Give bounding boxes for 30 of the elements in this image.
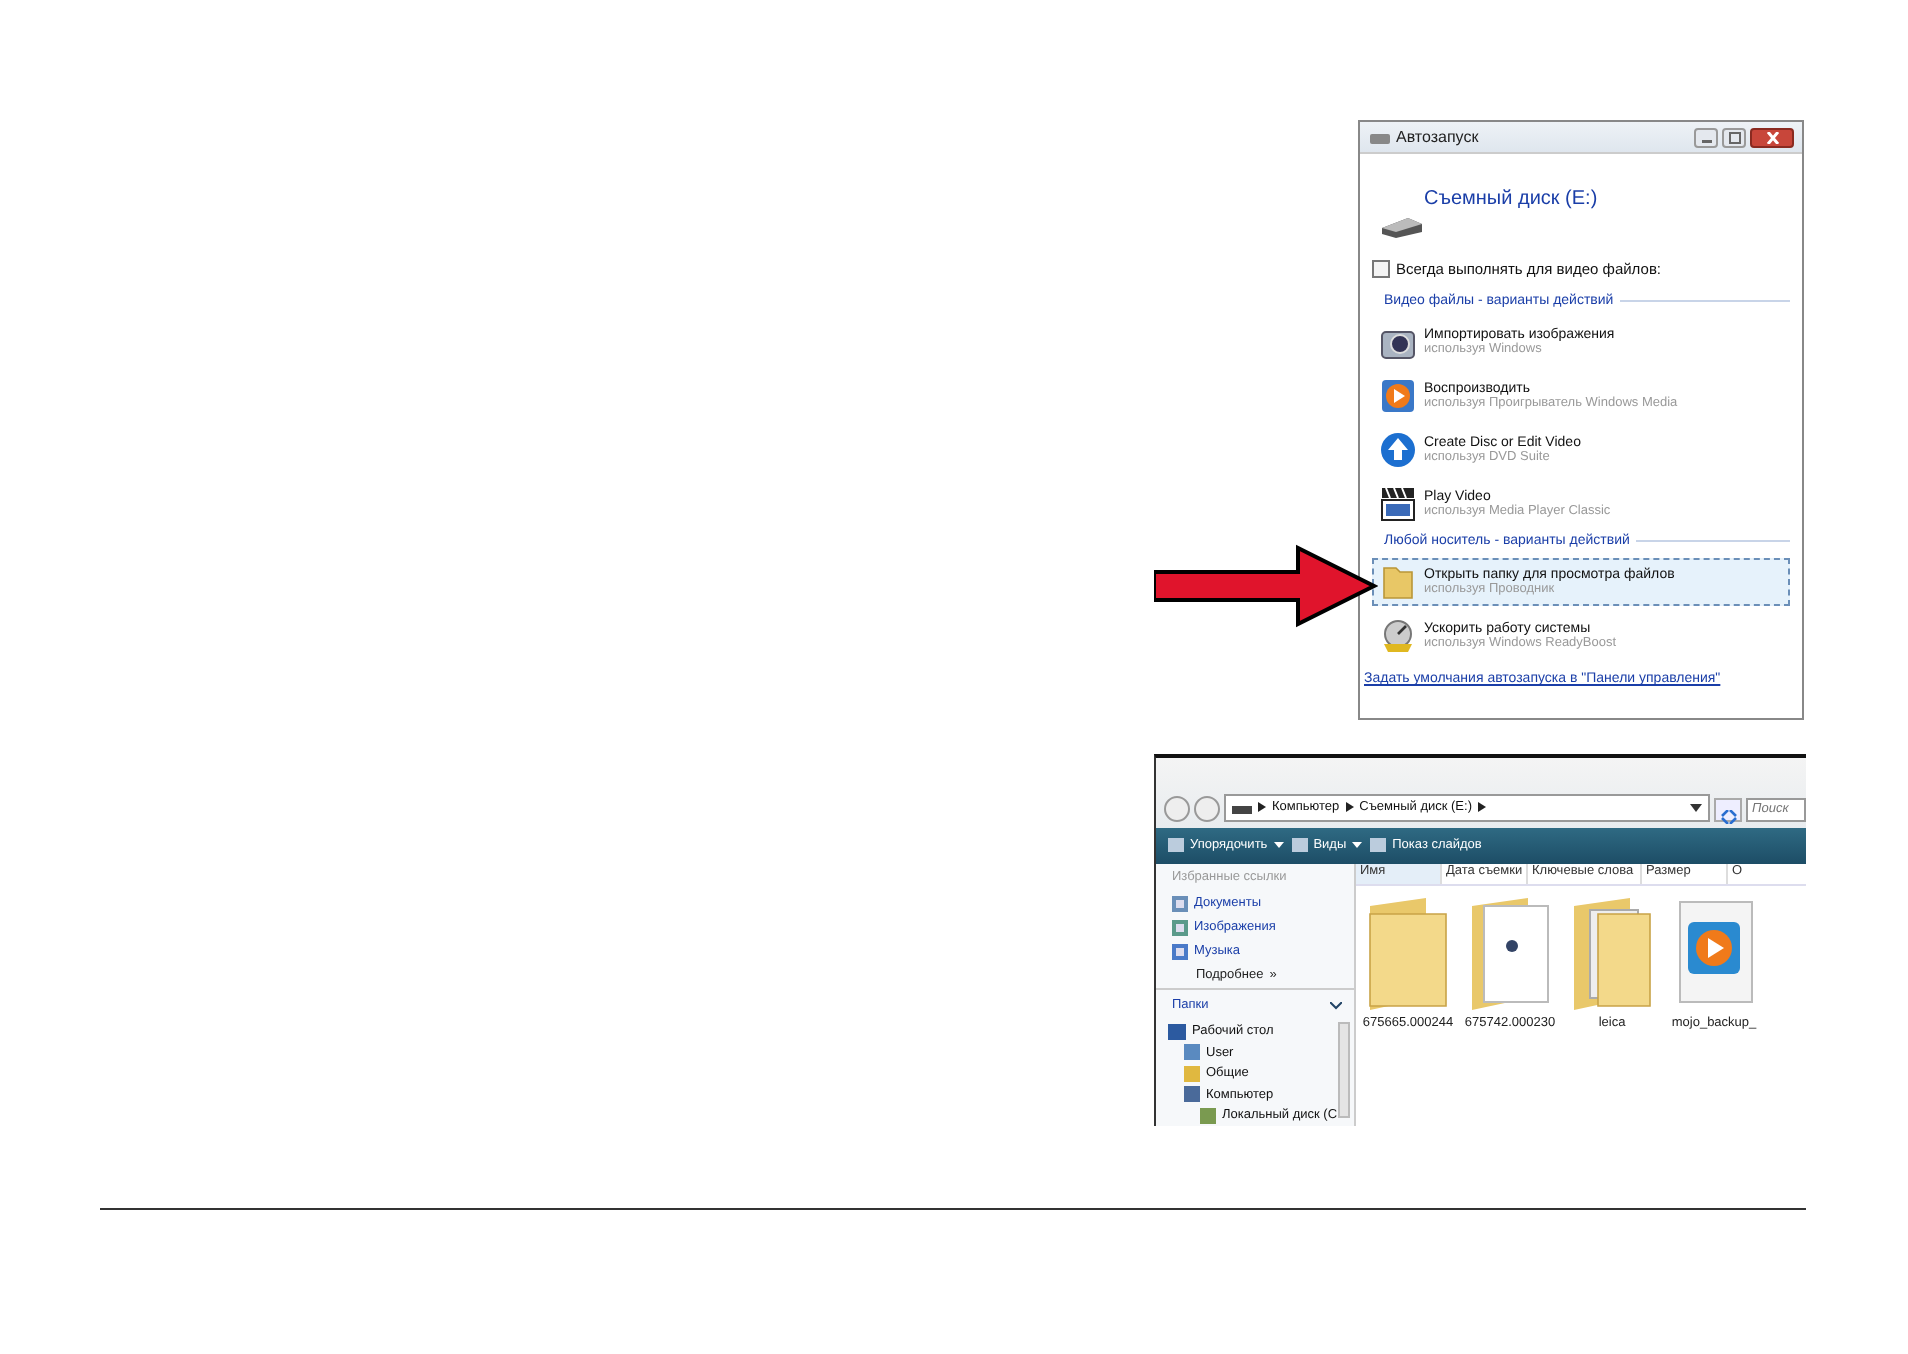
- close-icon: [1765, 131, 1779, 143]
- dropdown-caret-icon: [1690, 803, 1702, 812]
- refresh-button[interactable]: [1714, 797, 1742, 822]
- refresh-icon: [1719, 809, 1737, 824]
- scrollbar[interactable]: [1337, 1021, 1350, 1117]
- folder-with-papers-icon: [1570, 897, 1654, 1009]
- arrow-icon: [1154, 544, 1378, 628]
- toolbar-icon: [1168, 838, 1184, 853]
- toolbar-icon: [1291, 838, 1308, 853]
- toolbar-icon: [1370, 838, 1387, 853]
- window-title: Автозапуск: [1396, 128, 1479, 146]
- forward-button[interactable]: [1194, 795, 1220, 822]
- folder-with-document-icon: [1468, 897, 1552, 1009]
- chevron-icon: [1478, 802, 1486, 813]
- gauge-icon: [1380, 618, 1416, 654]
- device-name: Съемный диск (E:): [1424, 188, 1600, 210]
- minimize-button[interactable]: [1694, 127, 1718, 147]
- maximize-button[interactable]: [1722, 127, 1746, 147]
- caret-icon: [1352, 842, 1363, 849]
- close-button[interactable]: [1750, 127, 1794, 147]
- caret-icon: [1273, 842, 1284, 849]
- back-button[interactable]: [1164, 795, 1190, 822]
- removable-drive-icon: [1380, 216, 1424, 240]
- checkbox[interactable]: [1372, 260, 1390, 278]
- maximize-icon: [1727, 131, 1741, 143]
- clapperboard-icon: [1380, 486, 1416, 522]
- play-icon: [1380, 378, 1416, 414]
- chevron-icon: [1258, 802, 1266, 813]
- chevron-icon: [1345, 802, 1354, 813]
- chevron-down-icon: [1330, 1001, 1342, 1009]
